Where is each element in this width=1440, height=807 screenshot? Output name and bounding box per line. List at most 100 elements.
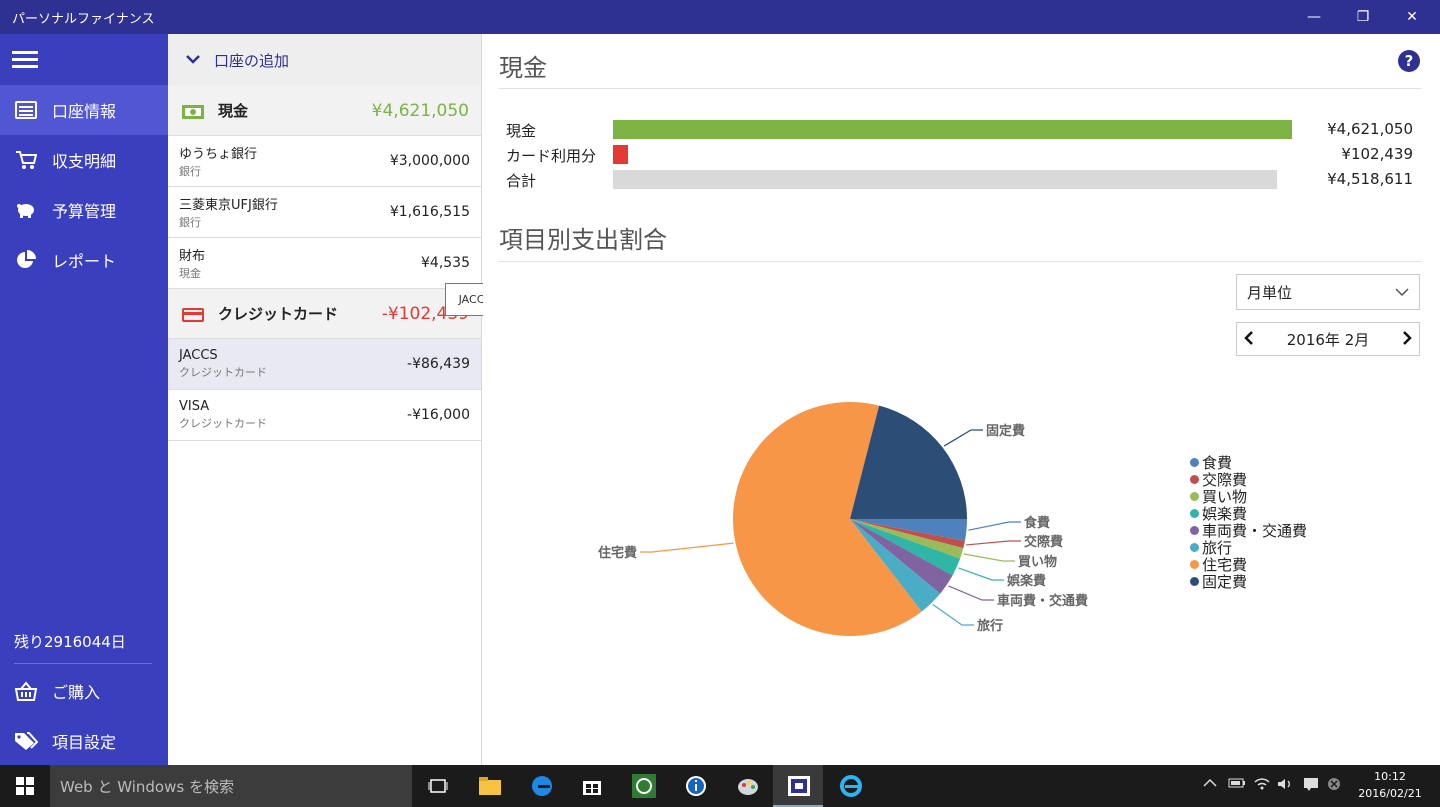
wifi-icon[interactable] [1254, 777, 1270, 795]
nav-item-accounts[interactable]: 口座情報 [0, 85, 168, 135]
taskbar: Web と Windows を検索 10:12 2016/02/21 [0, 765, 1440, 807]
legend-swatch [1190, 526, 1199, 535]
account-amount: -¥86,439 [407, 356, 470, 372]
pie-leader-line [963, 553, 1015, 562]
expense-pie-chart: 食費交際費買い物娯楽費車両費・交通費旅行 住宅費 固定費 [598, 402, 1088, 637]
account-type: クレジットカード [179, 417, 267, 430]
pie-leader-line [932, 603, 974, 626]
task-view-icon[interactable] [423, 771, 453, 801]
account-row[interactable]: JACCS クレジットカード -¥86,439 [168, 339, 481, 390]
account-group-name: クレジットカード [218, 305, 339, 323]
close-circle-icon[interactable] [1327, 777, 1341, 795]
pie-slice-label: 車両費・交通費 [997, 593, 1088, 609]
nav-item-label: 予算管理 [52, 202, 117, 221]
pie-slice-label: 買い物 [1018, 554, 1057, 570]
battery-icon[interactable] [1228, 777, 1246, 793]
account-list-icon [14, 99, 38, 121]
paint-app-icon[interactable] [733, 771, 763, 801]
legend-swatch [1190, 492, 1199, 501]
clock-time: 10:12 [1374, 770, 1406, 783]
remaining-days: 残り2916044日 [14, 633, 126, 651]
title-bar: パーソナルファイナンス — ❐ ✕ [0, 0, 1440, 34]
pie-leader-line [943, 429, 983, 447]
store-icon[interactable] [577, 771, 607, 801]
account-row[interactable]: 三菱東京UFJ銀行 銀行 ¥1,616,515 [168, 187, 481, 238]
cart-icon [14, 149, 38, 171]
nav-divider [14, 663, 152, 664]
account-type: クレジットカード [179, 366, 267, 379]
legend-item: 固定費 [1190, 573, 1307, 591]
legend-label: 固定費 [1202, 573, 1248, 591]
pie-leader-line [948, 585, 994, 601]
account-type: 銀行 [179, 165, 201, 178]
nav-item-reports[interactable]: レポート [0, 235, 168, 285]
account-type: 銀行 [179, 216, 201, 229]
account-row[interactable]: VISA クレジットカード -¥16,000 [168, 390, 481, 441]
pie-slice-label: 食費 [1024, 515, 1050, 531]
account-amount: ¥4,535 [421, 255, 470, 271]
show-hidden-icons-button[interactable] [1203, 777, 1217, 792]
legend-swatch [1190, 560, 1199, 569]
info-app-icon[interactable] [681, 771, 711, 801]
pie-slice-label: 旅行 [977, 618, 1003, 634]
close-button[interactable]: ✕ [1389, 0, 1435, 34]
internet-explorer-icon[interactable] [836, 771, 866, 801]
windows-start-icon[interactable] [0, 765, 50, 807]
nav-item-purchase[interactable]: ご購入 [0, 666, 168, 716]
main-content: 現金 ? 現金 ¥4,621,050 カード利用分 ¥102,439 合計 ¥4… [483, 34, 1440, 765]
legend-swatch [1190, 509, 1199, 518]
account-name: 三菱東京UFJ銀行 [179, 198, 278, 213]
finance-app-icon[interactable] [784, 771, 814, 801]
taskbar-search-input[interactable]: Web と Windows を検索 [50, 765, 412, 807]
nav-item-budget[interactable]: 予算管理 [0, 185, 168, 235]
minimize-button[interactable]: — [1291, 0, 1337, 34]
legend-swatch [1190, 543, 1199, 552]
account-amount: -¥16,000 [407, 407, 470, 423]
nav-item-category-settings[interactable]: 項目設定 [0, 716, 168, 766]
piggy-bank-icon [14, 199, 38, 221]
account-name: JACCS [179, 348, 218, 363]
volume-icon[interactable] [1277, 777, 1293, 795]
legend-swatch [1190, 577, 1199, 586]
add-account-label: 口座の追加 [214, 51, 290, 70]
pie-leader-line [958, 567, 1004, 581]
pie-slice-label: 交際費 [1024, 534, 1063, 550]
cash-icon [182, 104, 204, 119]
account-group-cash[interactable]: 現金 ¥4,621,050 [168, 86, 481, 136]
taskbar-clock[interactable]: 10:12 2016/02/21 [1355, 768, 1425, 802]
chevron-down-icon [186, 52, 200, 68]
legend-swatch [1190, 458, 1199, 467]
pie-slice-label: 住宅費 [598, 545, 637, 561]
account-name: VISA [179, 399, 210, 414]
pie-chart-icon [14, 249, 38, 271]
edge-browser-icon[interactable] [527, 771, 557, 801]
accounts-panel: 口座の追加 現金 ¥4,621,050 ゆうちょ銀行 銀行 ¥3,000,000… [168, 34, 482, 765]
nav-item-label: ご購入 [52, 683, 101, 702]
add-account-button[interactable]: 口座の追加 [168, 34, 481, 86]
action-center-icon[interactable] [1303, 777, 1319, 795]
pie-leader-line [640, 542, 734, 553]
nav-pane: 口座情報 収支明細 予算管理 レポート 残り2916044日 ご購入 項目設定 [0, 34, 168, 765]
file-explorer-icon[interactable] [475, 771, 505, 801]
hamburger-menu-icon[interactable] [12, 48, 38, 74]
account-name: ゆうちょ銀行 [179, 147, 258, 162]
nav-item-transactions[interactable]: 収支明細 [0, 135, 168, 185]
account-type: 現金 [179, 267, 201, 280]
nav-item-label: 収支明細 [52, 152, 117, 171]
account-amount: ¥1,616,515 [389, 204, 470, 220]
account-group-amount: ¥4,621,050 [371, 100, 469, 121]
account-row[interactable]: ゆうちょ銀行 銀行 ¥3,000,000 [168, 136, 481, 187]
money-app-icon[interactable] [629, 771, 659, 801]
app-title: パーソナルファイナンス [12, 12, 155, 27]
pie-slice-label: 娯楽費 [1007, 573, 1046, 589]
nav-item-label: レポート [52, 252, 117, 271]
basket-icon [14, 680, 38, 702]
credit-card-icon [182, 307, 204, 322]
account-row[interactable]: 財布 現金 ¥4,535 [168, 238, 481, 289]
legend-swatch [1190, 475, 1199, 484]
tags-icon [14, 730, 38, 752]
account-group-credit-card[interactable]: クレジットカード -¥102,439 [168, 289, 481, 339]
pie-leader-line [966, 540, 1021, 546]
restore-button[interactable]: ❐ [1340, 0, 1386, 34]
account-group-name: 現金 [218, 102, 249, 120]
